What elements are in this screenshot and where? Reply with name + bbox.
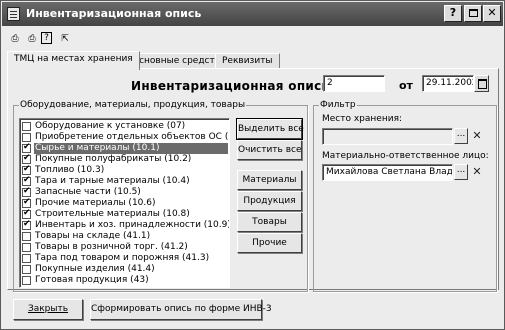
list-item[interactable]: Готовая продукция (43) — [22, 275, 228, 286]
item-checkbox[interactable] — [22, 254, 31, 263]
close-form-label: Закрыть — [27, 304, 69, 314]
item-checkbox[interactable] — [22, 208, 31, 219]
item-checkbox[interactable] — [22, 133, 31, 142]
responsible-clear-icon[interactable]: ✕ — [471, 164, 483, 180]
calendar-icon[interactable] — [474, 75, 489, 92]
item-label: Покупные изделия (41.4) — [35, 264, 155, 274]
list-item[interactable]: Товары в розничной торг. (41.2) — [22, 242, 228, 253]
clear-all-button[interactable]: Очистить все — [237, 140, 302, 160]
close-icon: ✕ — [487, 6, 497, 19]
goods-button[interactable]: Товары — [237, 212, 302, 232]
storage-label: Место хранения: — [322, 114, 403, 124]
list-item[interactable]: Запасные части (10.5) — [22, 186, 228, 198]
responsible-field[interactable]: Михайлова Светлана Владимировна — [322, 164, 453, 181]
item-label: Тара под товаром и порожняя (41.3) — [35, 253, 210, 263]
help-icon[interactable]: ? — [41, 32, 52, 44]
item-checkbox[interactable] — [22, 175, 31, 186]
document-icon — [7, 7, 20, 21]
inventory-number-field[interactable]: 2 — [323, 75, 385, 92]
item-label: Инвентарь и хоз. принадлежности (10.9) — [35, 220, 230, 230]
list-item[interactable]: Инвентарь и хоз. принадлежности (10.9) — [22, 219, 230, 231]
storage-field[interactable] — [322, 128, 453, 145]
goods-group-title: Оборудование, материалы, продукция, това… — [19, 100, 247, 110]
item-checkbox[interactable] — [22, 122, 31, 131]
tab-requisites[interactable]: Реквизиты — [215, 53, 280, 69]
item-checkbox[interactable] — [22, 197, 31, 208]
printer-b-icon[interactable]: ⎙ — [24, 32, 40, 46]
filter-group-title: Фильтр — [319, 100, 357, 110]
item-label: Товары в розничной торг. (41.2) — [35, 242, 188, 252]
date-label: от — [399, 79, 413, 92]
storage-clear-icon[interactable]: ✕ — [471, 128, 483, 144]
item-checkbox[interactable] — [22, 186, 31, 197]
close-form-button[interactable]: Закрыть — [13, 299, 83, 320]
list-item[interactable]: Товары на складе (41.1) — [22, 231, 228, 242]
item-label: Готовая продукция (43) — [35, 275, 149, 285]
list-item[interactable]: Приобретение отдельных объектов ОС (08.4… — [22, 132, 229, 143]
products-button[interactable]: Продукция — [237, 191, 302, 211]
list-item[interactable]: Покупные полуфабрикаты (10.2) — [22, 153, 228, 165]
materials-button[interactable]: Материалы — [237, 170, 302, 190]
maximize-button[interactable] — [464, 5, 482, 22]
pointer-help-icon[interactable]: ⇱ — [57, 32, 73, 46]
item-checkbox[interactable] — [22, 164, 31, 175]
title-bar: Инвентаризационная опись ? ✕ — [2, 2, 503, 26]
maximize-icon — [468, 9, 478, 17]
item-checkbox[interactable] — [22, 219, 31, 230]
item-label: Товары на складе (41.1) — [35, 231, 151, 241]
item-label: Топливо (10.3) — [35, 165, 105, 175]
list-item[interactable]: Тара и тарные материалы (10.4) — [22, 175, 228, 187]
item-checkbox[interactable] — [22, 243, 31, 252]
tab-tmc-storage[interactable]: ТМЦ на местах хранения — [7, 51, 140, 70]
list-item[interactable]: Покупные изделия (41.4) — [22, 264, 228, 275]
item-label: Запасные части (10.5) — [35, 187, 141, 197]
item-label: Покупные полуфабрикаты (10.2) — [35, 154, 192, 164]
item-label: Оборудование к установке (07) — [35, 121, 186, 131]
list-item[interactable]: Сырье и материалы (10.1) — [22, 142, 228, 154]
item-label: Строительные материалы (10.8) — [35, 209, 190, 219]
select-all-button[interactable]: Выделить все — [236, 118, 304, 140]
date-field[interactable]: 29.11.2002 — [422, 75, 474, 92]
item-label: Сырье и материалы (10.1) — [34, 143, 228, 154]
printer-a-icon[interactable]: ⎙ — [7, 32, 23, 46]
inventory-number-label: Инвентаризационная опись № — [131, 79, 349, 93]
item-label: Тара и тарные материалы (10.4) — [35, 176, 190, 186]
item-checkbox[interactable] — [22, 142, 31, 153]
list-item[interactable]: Топливо (10.3) — [22, 164, 228, 176]
close-button[interactable]: ✕ — [483, 5, 501, 22]
goods-list[interactable]: Оборудование к установке (07) Приобретени… — [19, 118, 230, 288]
responsible-label: Материально-ответственное лицо: — [322, 151, 489, 161]
list-item[interactable]: Строительные материалы (10.8) — [22, 208, 228, 220]
responsible-browse-button[interactable]: ... — [454, 164, 468, 180]
other-button[interactable]: Прочие — [237, 233, 302, 253]
item-checkbox[interactable] — [22, 276, 31, 285]
window: Инвентаризационная опись ? ✕ ⎙ ⎙ ? ⇱ ТМЦ… — [0, 0, 505, 330]
storage-browse-button[interactable]: ... — [454, 128, 468, 144]
item-checkbox[interactable] — [22, 265, 31, 274]
item-checkbox[interactable] — [22, 232, 31, 241]
window-title: Инвентаризационная опись — [26, 7, 202, 20]
item-checkbox[interactable] — [22, 153, 31, 164]
list-item[interactable]: Тара под товаром и порожняя (41.3) — [22, 253, 228, 264]
list-item[interactable]: Оборудование к установке (07) — [22, 121, 228, 132]
help-button[interactable]: ? — [444, 5, 462, 22]
item-label: Приобретение отдельных объектов ОС (08.4… — [35, 132, 229, 142]
generate-inv3-button[interactable]: Сформировать опись по форме ИНВ-3 — [90, 299, 272, 320]
question-icon: ? — [449, 6, 457, 19]
item-label: Прочие материалы (10.6) — [35, 198, 156, 208]
list-item[interactable]: Прочие материалы (10.6) — [22, 197, 228, 209]
